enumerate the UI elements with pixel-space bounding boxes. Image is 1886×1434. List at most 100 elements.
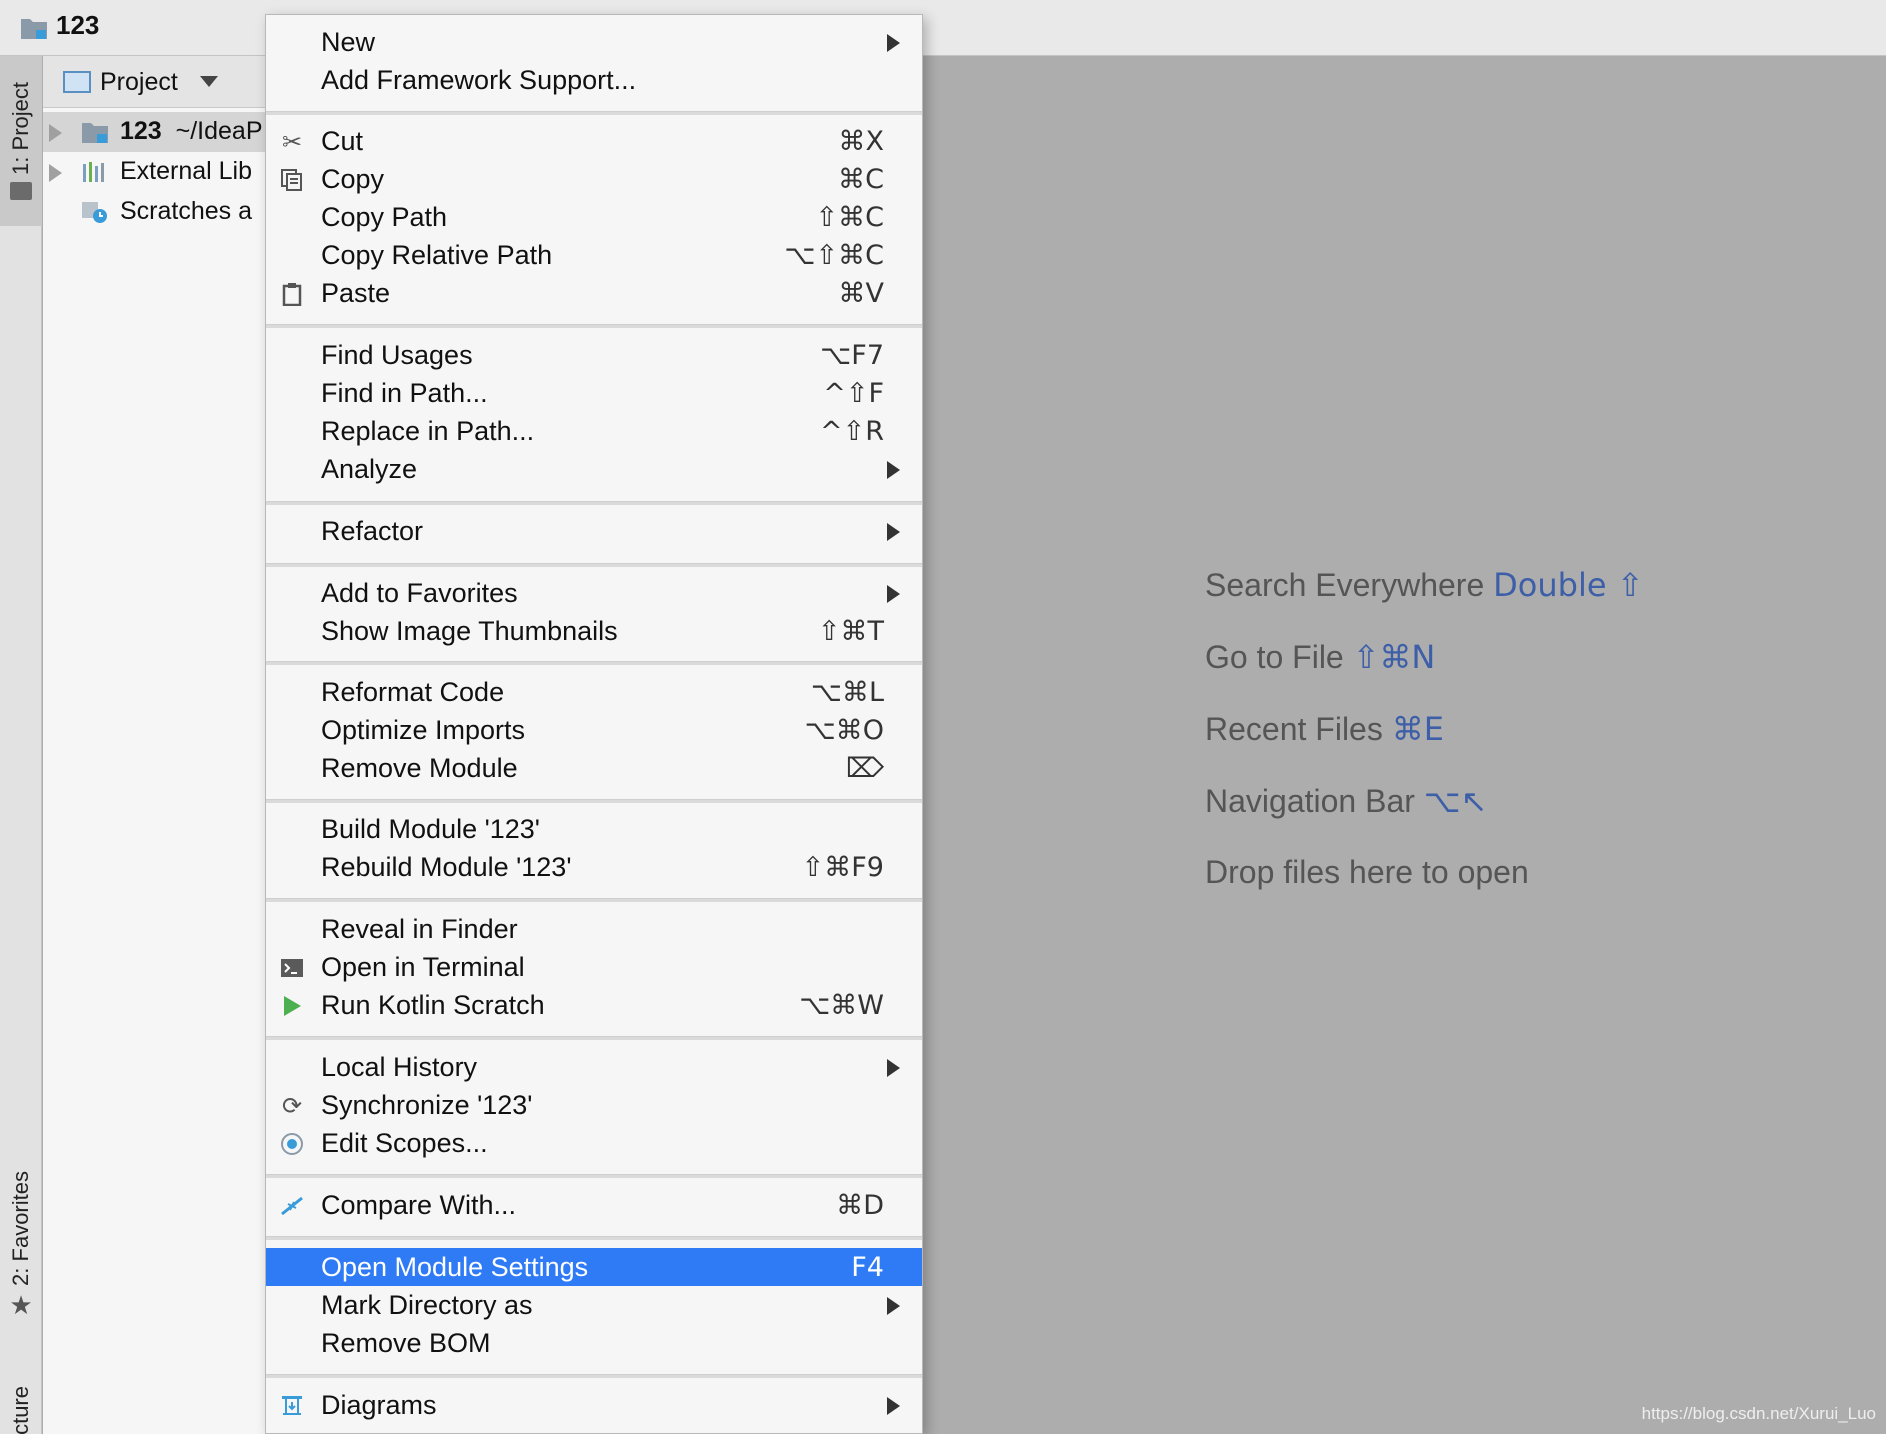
menu-item-label: Remove Module: [321, 753, 518, 783]
tab-structure-label: Structure: [8, 1386, 33, 1434]
menu-item-compare-with[interactable]: Compare With... ⌘D: [266, 1186, 922, 1224]
menu-item-synchronize[interactable]: ⟳ Synchronize '123': [266, 1086, 922, 1124]
tree-item-name: 123: [120, 117, 162, 145]
menu-separator: [266, 799, 922, 803]
menu-item-label: Compare With...: [321, 1190, 517, 1220]
hint-recent-files: Recent Files ⌘E: [1205, 710, 1444, 748]
menu-separator: [266, 1374, 922, 1378]
project-view-selector[interactable]: Project: [43, 56, 273, 108]
menu-item-label: Add to Favorites: [321, 578, 518, 608]
menu-item-rebuild-module[interactable]: Rebuild Module '123' ⇧⌘F9: [266, 848, 922, 886]
menu-item-label: Show Image Thumbnails: [321, 616, 618, 646]
tab-project[interactable]: 1: Project: [0, 56, 42, 226]
scope-icon: [281, 1133, 303, 1155]
menu-item-shortcut: ^⇧F: [823, 378, 884, 409]
menu-item-edit-scopes[interactable]: Edit Scopes...: [266, 1124, 922, 1162]
menu-item-label: Copy Path: [321, 202, 448, 232]
copy-icon: [281, 169, 302, 191]
menu-item-label: Copy Relative Path: [321, 240, 553, 270]
sync-icon: ⟳: [281, 1092, 303, 1120]
hint-text: Drop files here to open: [1205, 854, 1529, 890]
menu-item-open-module-settings[interactable]: Open Module Settings F4: [266, 1248, 922, 1286]
menu-item-add-framework-support[interactable]: Add Framework Support...: [266, 61, 922, 99]
hint-shortcut: Double ⇧: [1493, 566, 1644, 604]
hint-shortcut: ⌥↖: [1423, 782, 1488, 820]
menu-item-run-kotlin-scratch[interactable]: Run Kotlin Scratch ⌥⌘W: [266, 986, 922, 1024]
menu-item-copy[interactable]: Copy ⌘C: [266, 160, 922, 198]
menu-item-label: Cut: [321, 126, 364, 156]
module-folder-icon: [82, 123, 108, 143]
menu-item-analyze[interactable]: Analyze: [266, 450, 922, 488]
menu-item-add-to-favorites[interactable]: Add to Favorites: [266, 574, 922, 612]
expand-arrow-icon[interactable]: [49, 164, 62, 182]
menu-item-label: Run Kotlin Scratch: [321, 990, 545, 1020]
menu-item-label: Reveal in Finder: [321, 914, 518, 944]
menu-item-label: Replace in Path...: [321, 416, 535, 446]
menu-item-find-usages[interactable]: Find Usages ⌥F7: [266, 336, 922, 374]
menu-separator: [266, 1174, 922, 1178]
menu-item-remove-bom[interactable]: Remove BOM: [266, 1324, 922, 1362]
menu-item-show-image-thumbnails[interactable]: Show Image Thumbnails ⇧⌘T: [266, 612, 922, 650]
menu-item-open-in-terminal[interactable]: Open in Terminal: [266, 948, 922, 986]
menu-item-remove-module[interactable]: Remove Module ⌦: [266, 749, 922, 787]
menu-item-label: Paste: [321, 278, 391, 308]
tree-item-project-root[interactable]: 123 ~/IdeaP: [43, 112, 273, 152]
menu-item-shortcut: ⌥⌘L: [810, 677, 884, 708]
hint-search-everywhere: Search Everywhere Double ⇧: [1205, 566, 1644, 604]
tab-favorites[interactable]: 2: Favorites ★: [0, 1126, 42, 1366]
menu-item-shortcut: ⇧⌘T: [817, 616, 884, 647]
tree-item-external-libraries[interactable]: External Lib: [43, 152, 273, 192]
watermark: https://blog.csdn.net/Xurui_Luo: [1641, 1404, 1876, 1423]
tab-favorites-label: 2: Favorites: [8, 1170, 33, 1286]
context-menu: New Add Framework Support... ✂ Cut ⌘X Co…: [265, 14, 923, 1434]
menu-item-diagrams[interactable]: Diagrams: [266, 1386, 922, 1424]
project-view-label: Project: [100, 68, 178, 96]
hint-text: Recent Files: [1205, 711, 1383, 747]
menu-item-label: Synchronize '123': [321, 1090, 533, 1120]
menu-item-local-history[interactable]: Local History: [266, 1048, 922, 1086]
menu-item-label: Refactor: [321, 516, 424, 546]
menu-item-label: Find in Path...: [321, 378, 488, 408]
tab-project-label: 1: Project: [8, 81, 33, 175]
menu-item-build-module[interactable]: Build Module '123': [266, 810, 922, 848]
terminal-icon: [281, 959, 303, 977]
menu-item-shortcut: ^⇧R: [819, 416, 884, 447]
menu-item-copy-relative-path[interactable]: Copy Relative Path ⌥⇧⌘C: [266, 236, 922, 274]
menu-item-new[interactable]: New: [266, 23, 922, 61]
menu-item-shortcut: ⌘C: [838, 164, 884, 195]
menu-item-replace-in-path[interactable]: Replace in Path... ^⇧R: [266, 412, 922, 450]
project-folder-icon: [21, 19, 47, 39]
menu-item-shortcut: ⇧⌘F9: [801, 852, 884, 883]
menu-item-label: New: [321, 27, 376, 57]
menu-item-label: Local History: [321, 1052, 478, 1082]
tree-item-scratches[interactable]: Scratches a: [43, 192, 273, 232]
menu-item-label: Open Module Settings: [321, 1252, 589, 1282]
menu-item-reveal-in-finder[interactable]: Reveal in Finder: [266, 910, 922, 948]
menu-item-copy-path[interactable]: Copy Path ⇧⌘C: [266, 198, 922, 236]
hint-text: Go to File: [1205, 639, 1344, 675]
chevron-down-icon[interactable]: [200, 76, 218, 87]
menu-item-reformat-code[interactable]: Reformat Code ⌥⌘L: [266, 673, 922, 711]
submenu-arrow-icon: [887, 1059, 900, 1077]
expand-arrow-icon[interactable]: [49, 124, 62, 142]
menu-item-shortcut: ⌘D: [836, 1190, 884, 1221]
submenu-arrow-icon: [887, 585, 900, 603]
menu-item-optimize-imports[interactable]: Optimize Imports ⌥⌘O: [266, 711, 922, 749]
menu-item-shortcut: F4: [851, 1252, 884, 1283]
window-title: 123: [56, 10, 100, 40]
menu-item-mark-directory-as[interactable]: Mark Directory as: [266, 1286, 922, 1324]
submenu-arrow-icon: [887, 1297, 900, 1315]
menu-item-refactor[interactable]: Refactor: [266, 512, 922, 550]
submenu-arrow-icon: [887, 1397, 900, 1415]
hint-shortcut: ⇧⌘N: [1352, 638, 1436, 676]
menu-item-label: Analyze: [321, 454, 418, 484]
tab-structure[interactable]: Structure: [0, 1376, 42, 1434]
menu-item-shortcut: ⌘X: [838, 126, 885, 157]
clipboard-icon: [282, 283, 302, 306]
menu-item-paste[interactable]: Paste ⌘V: [266, 274, 922, 312]
menu-item-cut[interactable]: ✂ Cut ⌘X: [266, 122, 922, 160]
menu-item-label: Optimize Imports: [321, 715, 526, 745]
tool-window-strip: 1: Project 2: Favorites ★ Structure: [0, 56, 42, 1434]
menu-item-label: Find Usages: [321, 340, 473, 370]
menu-item-find-in-path[interactable]: Find in Path... ^⇧F: [266, 374, 922, 412]
